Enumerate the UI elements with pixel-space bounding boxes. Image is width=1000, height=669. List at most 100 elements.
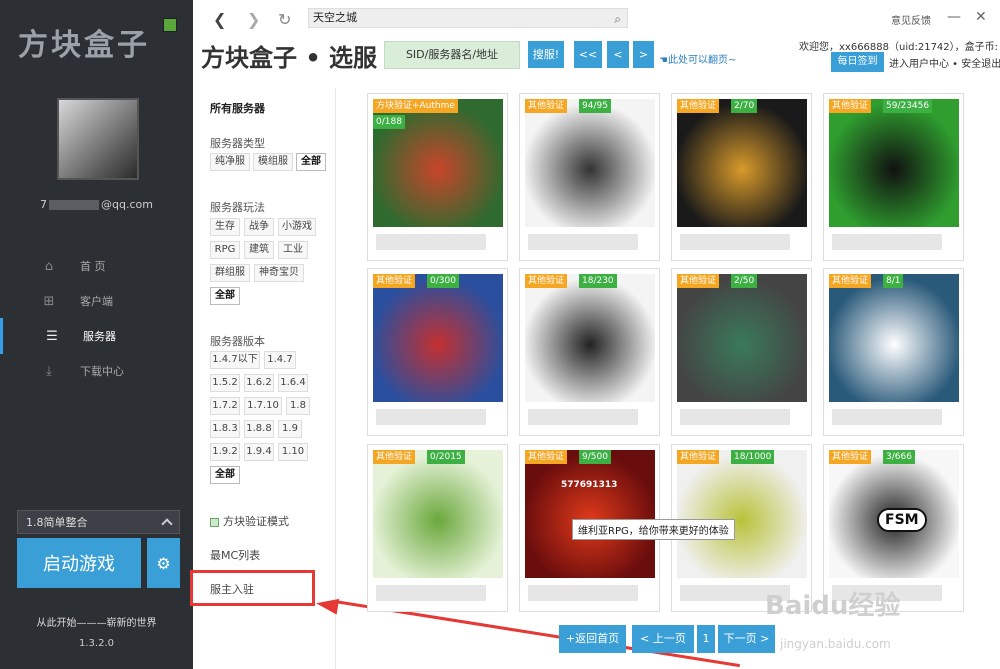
server-card[interactable]: 其他验证 0/2015 [367, 444, 508, 612]
server-card[interactable]: 其他验证 18/230 [519, 268, 660, 436]
filter-chip[interactable]: 1.6.4 [278, 374, 308, 392]
server-thumbnail[interactable]: 其他验证 2/50 [677, 274, 807, 402]
filter-chip[interactable]: 1.5.2 [210, 374, 240, 392]
server-thumbnail[interactable]: 其他验证 59/23456 [829, 99, 959, 227]
user-email: 7 @qq.com [0, 198, 193, 211]
filter-chip[interactable]: 1.7.10 [244, 397, 282, 415]
email-suffix: @qq.com [101, 198, 153, 211]
back-icon[interactable]: ❮ [213, 10, 226, 29]
filter-chip[interactable]: 建筑 [244, 241, 274, 259]
next-page-button[interactable]: > [633, 41, 654, 68]
filter-chip[interactable]: 全部 [210, 287, 240, 305]
watermark-brand: Baidu经验 [765, 591, 901, 621]
checkin-button[interactable]: 每日签到 [831, 52, 884, 72]
nav-item-home[interactable]: ⌂ 首 页 [0, 248, 193, 284]
nav-label: 客户端 [80, 295, 113, 308]
filter-chip[interactable]: 1.9 [278, 420, 302, 438]
server-thumbnail[interactable]: 其他验证 94/95 [525, 99, 655, 227]
server-thumbnail[interactable]: 其他验证 2/70 [677, 99, 807, 227]
filter-chip[interactable]: 神奇宝贝 [254, 264, 304, 282]
server-name-redacted [832, 234, 942, 250]
avatar[interactable] [57, 98, 139, 180]
server-card[interactable]: 其他验证 2/70 [671, 93, 812, 261]
filter-chip[interactable]: 1.9.4 [244, 443, 274, 461]
verify-tag: 其他验证 [525, 274, 568, 288]
address-text: 天空之城 [313, 11, 357, 24]
prev-page-button[interactable]: < [607, 41, 629, 68]
filter-chip[interactable]: RPG [210, 241, 240, 259]
filter-chip[interactable]: 1.8.3 [210, 420, 240, 438]
mc-list-link[interactable]: 最MC列表 [210, 547, 260, 563]
start-game-button[interactable]: 启动游戏 [17, 538, 141, 588]
nav-item-downloads[interactable]: ⤓ 下载中心 [0, 353, 193, 389]
forward-icon[interactable]: ❯ [247, 10, 260, 29]
server-name-redacted [680, 409, 790, 425]
user-center-link[interactable]: 进入用户中心 • 安全退出 [889, 55, 1000, 70]
server-name-redacted [376, 409, 486, 425]
prev-page-button-bottom[interactable]: < 上一页 [632, 625, 694, 653]
next-page-button-bottom[interactable]: 下一页 > [718, 625, 775, 653]
player-count: 0/188 [373, 115, 405, 129]
feedback-link[interactable]: 意见反馈 [891, 12, 931, 27]
filter-chip[interactable]: 1.7.2 [210, 397, 240, 415]
close-icon[interactable]: ✕ [975, 9, 987, 25]
server-card[interactable]: 其他验证 8/1 [823, 268, 964, 436]
verify-tag: 其他验证 [677, 450, 720, 464]
filter-chip[interactable]: 1.9.2 [210, 443, 240, 461]
server-thumbnail[interactable]: 其他验证 0/2015 [373, 450, 503, 578]
verify-mode-checkbox[interactable]: 方块验证模式 [210, 513, 289, 529]
server-card[interactable]: 方块验证+Authme 0/188 [367, 93, 508, 261]
player-count: 8/1 [883, 274, 904, 288]
filter-chip[interactable]: 1.10 [278, 443, 308, 461]
filter-chip[interactable]: 群组服 [210, 264, 250, 282]
nav-label: 服务器 [83, 330, 116, 343]
sidebar: 方块盒子 7 @qq.com ⌂ 首 页 ⊞ 客户端 ☰ 服务器 ⤓ 下载中心 1… [0, 0, 193, 669]
filter-chip[interactable]: 模组服 [253, 153, 293, 171]
player-count: 2/50 [731, 274, 758, 288]
filter-chip[interactable]: 1.8.8 [244, 420, 274, 438]
server-thumbnail[interactable]: 其他验证 8/1 [829, 274, 959, 402]
first-page-button[interactable]: << [574, 41, 602, 68]
nav-label: 下载中心 [80, 365, 124, 378]
filter-chip[interactable]: 生存 [210, 218, 240, 236]
server-card[interactable]: 其他验证 59/23456 [823, 93, 964, 261]
server-card[interactable]: 其他验证 2/50 [671, 268, 812, 436]
search-icon[interactable]: ⌕ [614, 10, 621, 28]
server-thumbnail[interactable]: 其他验证 3/666 FSM [829, 450, 959, 578]
server-thumbnail[interactable]: 其他验证 0/300 [373, 274, 503, 402]
address-bar[interactable]: 天空之城 ⌕ [308, 8, 628, 28]
server-name-redacted [376, 234, 486, 250]
server-thumbnail[interactable]: 其他验证 18/230 [525, 274, 655, 402]
settings-button[interactable]: ⚙ [147, 538, 180, 588]
all-servers-link[interactable]: 所有服务器 [210, 100, 265, 116]
server-card[interactable]: 其他验证 0/300 [367, 268, 508, 436]
filter-chip[interactable]: 全部 [296, 153, 326, 171]
arrow-head-icon [314, 595, 340, 615]
home-icon: ⌂ [44, 258, 54, 274]
filter-chip[interactable]: 1.8 [286, 397, 310, 415]
nav-label: 首 页 [80, 260, 106, 273]
refresh-icon[interactable]: ↻ [278, 10, 291, 29]
filter-chip[interactable]: 1.4.7 [264, 351, 296, 369]
server-thumbnail[interactable]: 方块验证+Authme 0/188 [373, 99, 503, 227]
search-input[interactable]: SID/服务器名/地址 [384, 41, 520, 69]
filter-chip[interactable]: 小游戏 [278, 218, 316, 236]
home-page-button[interactable]: +返回首页 [559, 625, 626, 653]
filter-chip[interactable]: 工业 [278, 241, 308, 259]
server-card[interactable]: 其他验证 94/95 [519, 93, 660, 261]
filter-chip[interactable]: 纯净服 [210, 153, 250, 171]
player-count: 59/23456 [883, 99, 933, 113]
nav-item-client[interactable]: ⊞ 客户端 [0, 283, 193, 319]
page-number[interactable]: 1 [697, 625, 715, 653]
filter-chip[interactable]: 1.4.7以下 [210, 351, 260, 369]
server-thumbnail[interactable]: 其他验证 18/1000 [677, 450, 807, 578]
player-count: 94/95 [579, 99, 611, 113]
filter-chip[interactable]: 全部 [210, 466, 240, 484]
nav-item-servers[interactable]: ☰ 服务器 [0, 318, 193, 354]
search-button[interactable]: 搜服! [528, 41, 564, 68]
server-thumbnail[interactable]: 其他验证 9/500 577691313 [525, 450, 655, 578]
version-select[interactable]: 1.8简单整合 [17, 510, 180, 534]
filter-chip[interactable]: 1.6.2 [244, 374, 274, 392]
filter-chip[interactable]: 战争 [244, 218, 274, 236]
minimize-icon[interactable]: — [947, 9, 961, 25]
